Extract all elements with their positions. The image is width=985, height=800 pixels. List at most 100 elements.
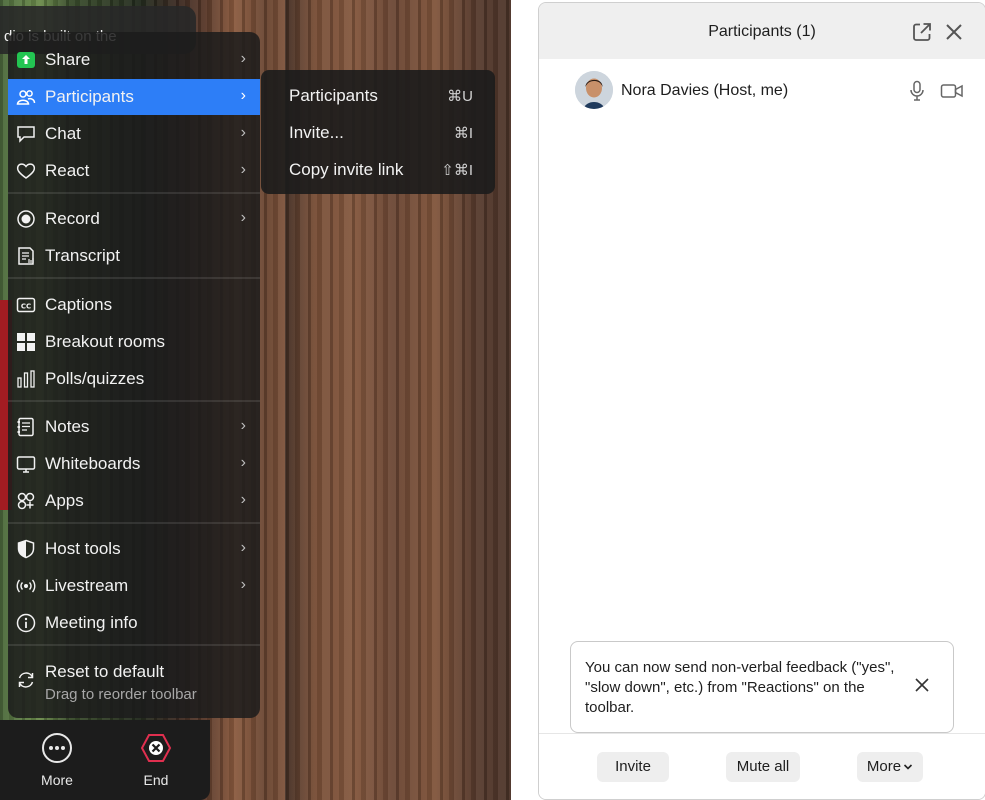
microphone-icon[interactable] xyxy=(907,80,927,102)
chevron-right-icon: › xyxy=(240,50,246,67)
menu-item-label: Livestream xyxy=(45,576,129,595)
heart-icon xyxy=(16,163,36,179)
chevron-right-icon: › xyxy=(240,124,246,141)
chevron-right-icon: › xyxy=(240,454,246,471)
shortcut-label: ⌘U xyxy=(447,88,473,105)
mute-all-button[interactable]: Mute all xyxy=(726,752,800,782)
menu-item-whiteboards[interactable]: Whiteboards › xyxy=(8,446,260,482)
menu-item-host-tools[interactable]: Host tools › xyxy=(8,531,260,567)
submenu-item-copy-invite-link[interactable]: Copy invite link ⇧⌘I xyxy=(261,152,495,188)
submenu-item-label: Participants xyxy=(289,86,378,105)
breakout-rooms-icon xyxy=(17,333,35,351)
more-menu: Share › Participants › Chat › React › Re… xyxy=(8,32,260,718)
menu-item-transcript[interactable]: Transcript xyxy=(8,238,260,274)
tip-text: You can now send non-verbal feedback ("y… xyxy=(585,659,895,716)
chevron-right-icon: › xyxy=(240,161,246,178)
notes-icon xyxy=(17,417,34,437)
apps-icon xyxy=(17,492,35,510)
menu-item-chat[interactable]: Chat › xyxy=(8,116,260,152)
chevron-right-icon: › xyxy=(240,539,246,556)
menu-item-share[interactable]: Share › xyxy=(8,42,260,78)
transcript-icon xyxy=(18,247,34,265)
menu-item-participants[interactable]: Participants › xyxy=(8,79,260,115)
menu-item-polls[interactable]: Polls/quizzes xyxy=(8,361,260,397)
menu-item-apps[interactable]: Apps › xyxy=(8,483,260,519)
menu-item-livestream[interactable]: Livestream › xyxy=(8,568,260,604)
reset-icon xyxy=(18,672,34,688)
participants-submenu: Participants ⌘U Invite... ⌘I Copy invite… xyxy=(261,70,495,194)
participants-icon xyxy=(16,90,36,105)
participants-panel: Participants (1) Nora Davies (Host, me) xyxy=(538,2,985,800)
avatar xyxy=(575,71,613,109)
menu-divider xyxy=(8,277,260,279)
menu-item-reset[interactable]: Reset to default Drag to reorder toolbar xyxy=(8,654,260,710)
video-camera-icon[interactable] xyxy=(940,80,964,102)
chevron-right-icon: › xyxy=(240,209,246,226)
menu-divider xyxy=(8,400,260,402)
menu-item-notes[interactable]: Notes › xyxy=(8,409,260,445)
submenu-item-label: Invite... xyxy=(289,123,344,142)
panel-header: Participants (1) xyxy=(539,3,985,59)
livestream-icon xyxy=(16,579,36,593)
chevron-down-icon xyxy=(904,764,913,770)
more-label: More xyxy=(41,772,73,788)
close-icon[interactable] xyxy=(943,21,965,43)
panel-footer: Invite Mute all More xyxy=(539,733,985,799)
participant-row[interactable]: Nora Davies (Host, me) xyxy=(539,69,985,115)
menu-item-label: Chat xyxy=(45,124,81,143)
shield-icon xyxy=(17,539,35,559)
menu-item-label: Captions xyxy=(45,295,113,314)
menu-item-breakout-rooms[interactable]: Breakout rooms xyxy=(8,324,260,360)
menu-item-record[interactable]: Record › xyxy=(8,201,260,237)
menu-item-meeting-info[interactable]: Meeting info xyxy=(8,605,260,641)
menu-item-label: React xyxy=(45,161,90,180)
more-button[interactable]: More xyxy=(857,752,923,782)
more-button-label: More xyxy=(866,758,902,775)
chevron-right-icon: › xyxy=(240,491,246,508)
meeting-toolbar xyxy=(0,720,210,800)
share-icon xyxy=(17,52,35,68)
record-icon xyxy=(17,210,35,228)
more-icon xyxy=(42,733,72,763)
chevron-right-icon: › xyxy=(240,576,246,593)
reset-subtitle: Drag to reorder toolbar xyxy=(45,686,197,703)
invite-button[interactable]: Invite xyxy=(597,752,669,782)
svg-text:CC: CC xyxy=(21,303,31,311)
menu-item-label: Whiteboards xyxy=(45,454,141,473)
menu-item-label: Polls/quizzes xyxy=(45,369,145,388)
captions-icon: CC xyxy=(16,297,36,313)
end-label: End xyxy=(143,772,169,788)
reactions-tip-banner: You can now send non-verbal feedback ("y… xyxy=(570,641,954,733)
menu-divider xyxy=(8,522,260,524)
whiteboard-icon xyxy=(16,456,36,473)
submenu-item-participants[interactable]: Participants ⌘U xyxy=(261,78,495,114)
submenu-item-label: Copy invite link xyxy=(289,160,404,179)
shortcut-label: ⇧⌘I xyxy=(441,162,473,179)
close-icon[interactable] xyxy=(913,676,931,694)
menu-item-label: Reset to default xyxy=(45,662,165,681)
menu-item-captions[interactable]: CC Captions xyxy=(8,287,260,323)
menu-item-label: Record xyxy=(45,209,100,228)
menu-item-label: Apps xyxy=(45,491,84,510)
menu-divider xyxy=(8,192,260,194)
shortcut-label: ⌘I xyxy=(453,125,473,142)
pop-out-icon[interactable] xyxy=(911,21,933,43)
menu-divider xyxy=(8,644,260,646)
menu-item-react[interactable]: React › xyxy=(8,153,260,189)
menu-item-label: Share xyxy=(45,50,91,69)
submenu-item-invite[interactable]: Invite... ⌘I xyxy=(261,115,495,151)
menu-item-label: Host tools xyxy=(45,539,121,558)
chevron-right-icon: › xyxy=(240,417,246,434)
chat-icon xyxy=(17,126,35,143)
info-icon xyxy=(16,613,36,633)
menu-item-label: Breakout rooms xyxy=(45,332,165,351)
menu-item-label: Notes xyxy=(45,417,90,436)
menu-item-label: Transcript xyxy=(45,246,120,265)
menu-item-label: Meeting info xyxy=(45,613,138,632)
participant-name: Nora Davies (Host, me) xyxy=(621,82,789,99)
menu-item-label: Participants xyxy=(45,87,134,106)
end-icon xyxy=(140,734,172,762)
meeting-window: dio is built on the More End Share › Par… xyxy=(0,0,511,800)
chevron-right-icon: › xyxy=(240,87,246,104)
polls-icon xyxy=(17,370,35,388)
